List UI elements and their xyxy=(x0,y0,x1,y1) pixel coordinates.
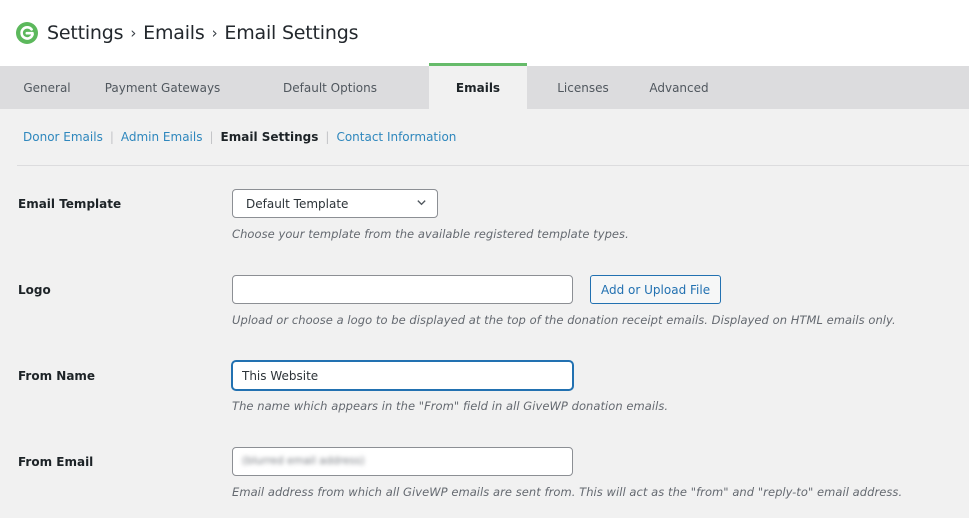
breadcrumb-settings[interactable]: Settings xyxy=(47,22,124,44)
from-email-label: From Email xyxy=(18,455,94,469)
from-name-input[interactable] xyxy=(232,361,573,390)
row-from-name: From Name The name which appears in the … xyxy=(18,361,969,413)
email-template-description: Choose your template from the available … xyxy=(232,227,629,241)
tab-emails[interactable]: Emails xyxy=(429,63,527,109)
logo-url-input[interactable] xyxy=(232,275,573,304)
row-email-template: Email Template Default Template Choose y… xyxy=(18,189,969,241)
subnav-donor-emails[interactable]: Donor Emails xyxy=(23,130,103,144)
logo-label: Logo xyxy=(18,283,51,297)
breadcrumb-emails[interactable]: Emails xyxy=(143,22,205,44)
settings-tabs: General Payment Gateways Default Options… xyxy=(0,63,969,109)
givewp-logo-icon xyxy=(16,22,38,44)
page-header: Settings › Emails › Email Settings xyxy=(0,0,969,66)
subnav-admin-emails[interactable]: Admin Emails xyxy=(121,130,203,144)
tab-general[interactable]: General xyxy=(0,66,94,109)
from-email-value-blurred: (blurred email address) xyxy=(242,455,365,467)
breadcrumb: Settings › Emails › Email Settings xyxy=(47,22,358,44)
add-or-upload-file-button[interactable]: Add or Upload File xyxy=(590,275,722,304)
tab-licenses[interactable]: Licenses xyxy=(527,66,639,109)
from-email-description: Email address from which all GiveWP emai… xyxy=(232,485,903,499)
email-template-label: Email Template xyxy=(18,197,122,211)
from-name-description: The name which appears in the "From" fie… xyxy=(232,399,669,413)
from-email-input[interactable]: (blurred email address) xyxy=(232,447,573,476)
breadcrumb-email-settings: Email Settings xyxy=(224,22,359,44)
subnav-divider: | xyxy=(209,130,214,144)
logo-field: Add or Upload File Upload or choose a lo… xyxy=(232,275,969,327)
subnav-contact-information[interactable]: Contact Information xyxy=(336,130,456,144)
row-from-email: From Email (blurred email address) Email… xyxy=(18,447,969,499)
tab-payment-gateways[interactable]: Payment Gateways xyxy=(94,66,231,109)
row-logo: Logo Add or Upload File Upload or choose… xyxy=(18,275,969,327)
chevron-down-icon xyxy=(416,197,427,211)
subnav-wrapper: Donor Emails | Admin Emails | Email Sett… xyxy=(0,109,969,166)
tab-advanced[interactable]: Advanced xyxy=(639,66,719,109)
email-template-field: Default Template Choose your template fr… xyxy=(232,189,969,241)
email-subnav: Donor Emails | Admin Emails | Email Sett… xyxy=(17,109,969,166)
tabs-spacer xyxy=(719,66,969,109)
email-template-selected: Default Template xyxy=(246,196,349,211)
breadcrumb-separator: › xyxy=(211,24,218,42)
subnav-divider: | xyxy=(325,130,330,144)
logo-description: Upload or choose a logo to be displayed … xyxy=(232,313,896,327)
from-email-field: (blurred email address) Email address fr… xyxy=(232,447,969,499)
email-template-select[interactable]: Default Template xyxy=(232,189,438,218)
subnav-divider: | xyxy=(109,130,114,144)
tab-default-options[interactable]: Default Options xyxy=(231,66,429,109)
breadcrumb-separator: › xyxy=(130,24,137,42)
subnav-email-settings: Email Settings xyxy=(220,130,319,144)
from-name-field: The name which appears in the "From" fie… xyxy=(232,361,969,413)
from-name-label: From Name xyxy=(18,369,96,383)
email-settings-form: Email Template Default Template Choose y… xyxy=(0,189,969,499)
logo-input-group: Add or Upload File xyxy=(232,275,969,304)
